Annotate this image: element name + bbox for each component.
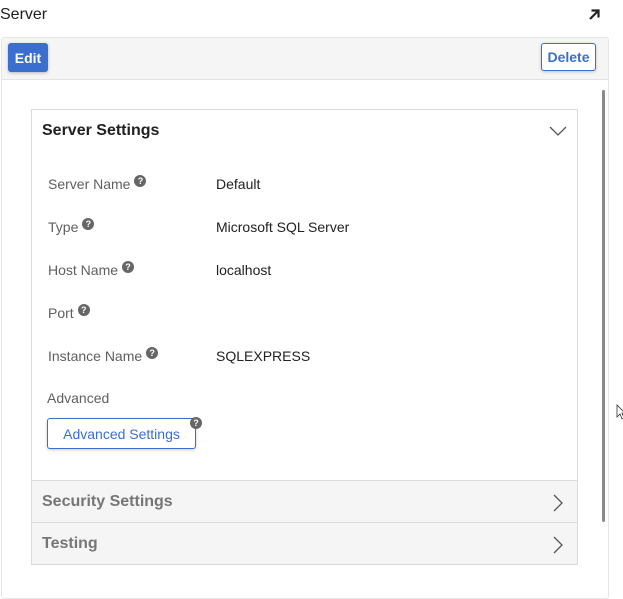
help-icon[interactable]: ? (190, 417, 202, 429)
field-label: Port? (48, 304, 90, 321)
field-value: SQLEXPRESS (216, 348, 311, 364)
chevron-down-icon[interactable] (549, 125, 567, 137)
edit-button[interactable]: Edit (8, 43, 48, 72)
server-settings-header[interactable]: Server Settings (32, 110, 577, 152)
toolbar: Edit Delete (2, 38, 608, 80)
server-settings-body: Server Name? Default Type? Microsoft SQL… (32, 152, 577, 480)
testing-header[interactable]: Testing (32, 522, 577, 564)
help-icon[interactable]: ? (82, 218, 95, 230)
field-row-server-name: Server Name? Default (48, 175, 548, 196)
field-label: Server Name? (48, 175, 147, 192)
advanced-label: Advanced (47, 390, 110, 406)
vertical-scrollbar[interactable] (602, 90, 605, 522)
help-icon[interactable]: ? (122, 261, 135, 273)
field-value: Microsoft SQL Server (216, 219, 350, 235)
arrow-up-right-icon[interactable] (586, 7, 602, 23)
field-row-host-name: Host Name? localhost (48, 261, 548, 282)
security-settings-header[interactable]: Security Settings (32, 480, 577, 522)
help-icon[interactable]: ? (134, 175, 147, 187)
mouse-cursor-icon (616, 404, 623, 420)
field-label: Instance Name? (48, 347, 159, 364)
testing-title: Testing (42, 535, 98, 552)
settings-accordion: Server Settings Server Name? Default Typ… (31, 109, 578, 565)
server-settings-title: Server Settings (42, 122, 160, 139)
help-icon[interactable]: ? (77, 304, 90, 316)
delete-button[interactable]: Delete (541, 43, 596, 71)
field-row-type: Type? Microsoft SQL Server (48, 218, 548, 239)
advanced-settings-button[interactable]: Advanced Settings (47, 418, 196, 449)
field-value: Default (216, 176, 261, 192)
field-row-instance-name: Instance Name? SQLEXPRESS (48, 347, 548, 368)
field-value: localhost (216, 262, 272, 278)
field-label: Host Name? (48, 261, 135, 278)
panel-title-bar: Server (0, 0, 623, 34)
chevron-right-icon[interactable] (552, 536, 564, 554)
help-icon[interactable]: ? (146, 347, 159, 359)
chevron-right-icon[interactable] (552, 494, 564, 512)
panel-title: Server (0, 6, 48, 23)
field-label: Type? (48, 218, 95, 235)
field-row-port: Port? (48, 304, 548, 325)
security-settings-title: Security Settings (42, 493, 173, 510)
